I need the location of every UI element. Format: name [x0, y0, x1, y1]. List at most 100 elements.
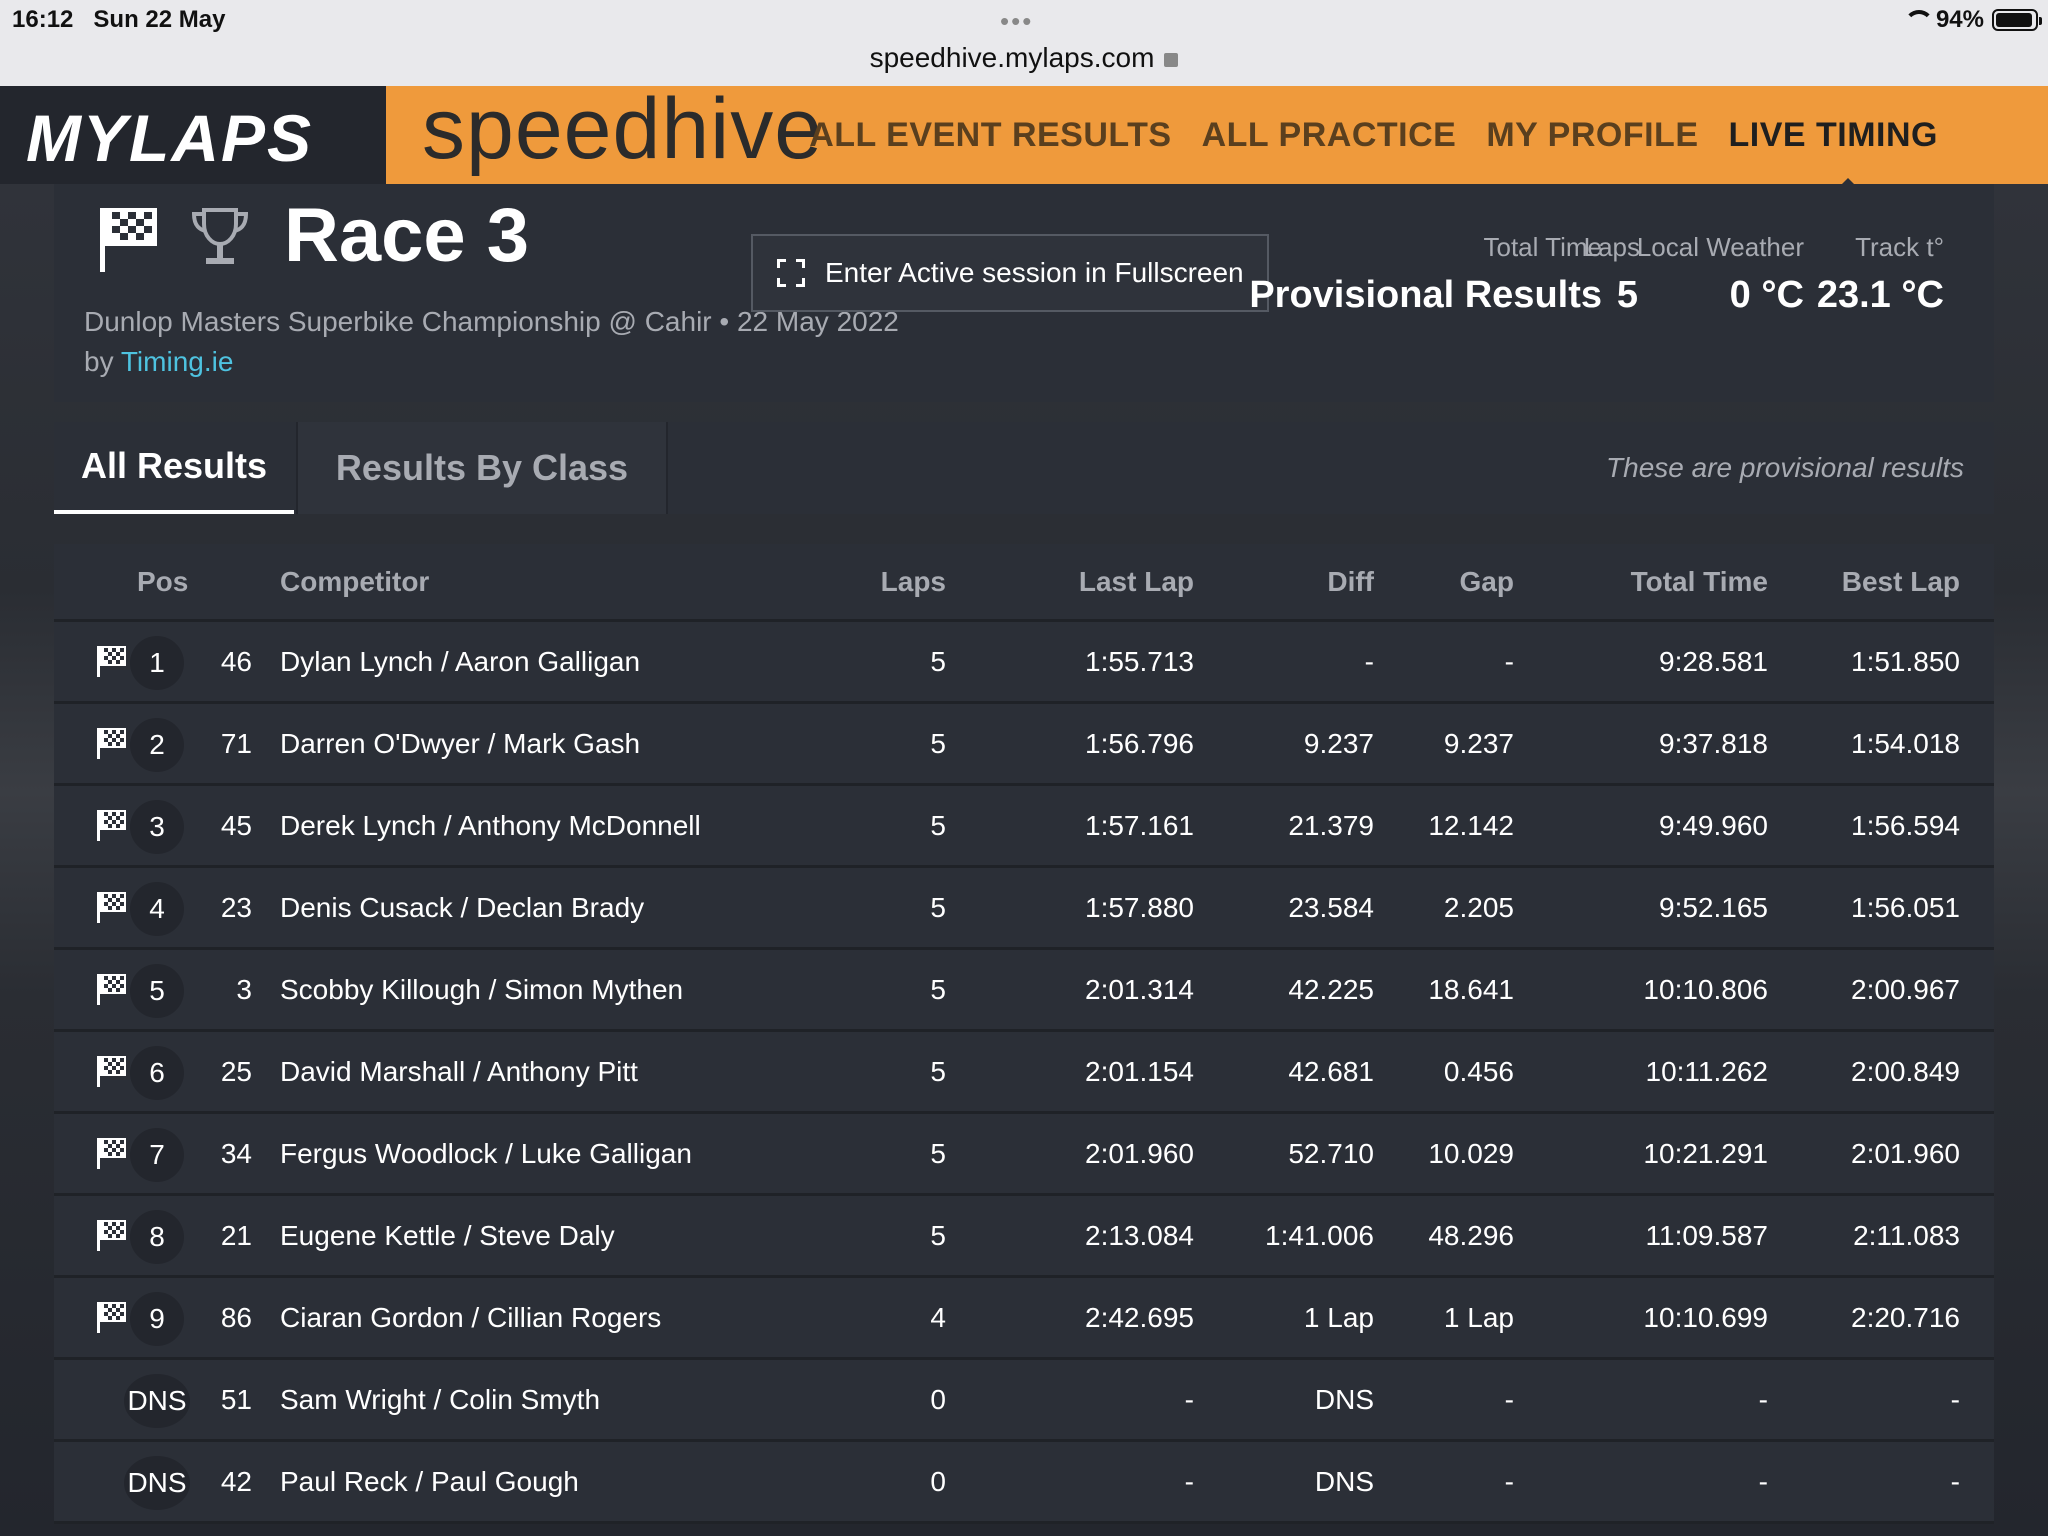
table-row[interactable]: DNS 51 Sam Wright / Colin Smyth 0 - DNS - - -	[54, 1360, 1994, 1442]
diff-cell: 23.584	[1288, 892, 1374, 923]
laps-cell: 0	[930, 1466, 946, 1497]
best-lap-cell: -	[1950, 1466, 1960, 1497]
laps-cell: 0	[930, 1384, 946, 1415]
competitor-name[interactable]: Eugene Kettle / Steve Daly	[280, 1220, 615, 1252]
last-lap-cell: 2:01.314	[1085, 974, 1194, 1005]
table-row[interactable]: 1 46 Dylan Lynch / Aaron Galligan 5 1:55.713…	[54, 622, 1994, 704]
checkered-flag-icon	[96, 644, 128, 678]
mylaps-logo[interactable]: MYLAPS	[0, 86, 386, 184]
organizer-link[interactable]: Timing.ie	[121, 346, 234, 377]
nav-my-profile[interactable]: MY PROFILE	[1486, 116, 1698, 155]
tab-all-results[interactable]: All Results	[54, 422, 294, 514]
url-bar[interactable]: speedhive.mylaps.com	[0, 42, 2048, 74]
header-best-lap[interactable]: Best Lap	[1842, 566, 1960, 598]
bike-number: 42	[220, 1466, 252, 1497]
header-last-lap[interactable]: Last Lap	[1079, 566, 1194, 598]
lock-icon	[1164, 53, 1179, 67]
table-row[interactable]: 5 3 Scobby Killough / Simon Mythen 5 2:01.31…	[54, 950, 1994, 1032]
best-lap-cell: 1:51.850	[1851, 646, 1960, 677]
gap-cell: -	[1504, 1384, 1514, 1415]
fullscreen-button[interactable]: Enter Active session in Fullscreen	[751, 234, 1269, 312]
checkered-flag-icon	[96, 808, 128, 842]
header-gap[interactable]: Gap	[1460, 566, 1514, 598]
table-row[interactable]: 4 23 Denis Cusack / Declan Brady 5 1:57.880 2…	[54, 868, 1994, 950]
competitor-name[interactable]: Fergus Woodlock / Luke Galligan	[280, 1138, 692, 1170]
position-badge: 4	[130, 882, 184, 936]
last-lap-cell: 1:57.880	[1085, 892, 1194, 923]
checkered-flag-icon	[96, 1218, 128, 1252]
competitor-name[interactable]: Darren O'Dwyer / Mark Gash	[280, 728, 640, 760]
total-time-cell: 10:11.262	[1645, 1056, 1769, 1087]
fullscreen-icon	[777, 259, 805, 287]
header-total-time[interactable]: Total Time	[1631, 566, 1768, 598]
total-time-cell: 9:37.818	[1659, 728, 1768, 759]
speedhive-brand[interactable]: speedhive	[422, 80, 823, 179]
checkered-flag-icon	[96, 1136, 128, 1170]
header-laps[interactable]: Laps	[881, 566, 946, 598]
laps-cell: 5	[930, 974, 946, 1005]
position-badge: 5	[130, 964, 184, 1018]
status-bar: 16:12 Sun 22 May ••• speedhive.mylaps.co…	[0, 0, 2048, 86]
last-lap-cell: 2:01.960	[1085, 1138, 1194, 1169]
competitor-name[interactable]: Paul Reck / Paul Gough	[280, 1466, 579, 1498]
checkered-flag-icon	[96, 972, 128, 1006]
competitor-name[interactable]: Dylan Lynch / Aaron Galligan	[280, 646, 640, 678]
session-panel: Race 3 Dunlop Masters Superbike Champion…	[54, 184, 1994, 402]
battery-percent: 94%	[1935, 6, 1984, 33]
competitor-name[interactable]: Derek Lynch / Anthony McDonnell	[280, 810, 701, 842]
gap-cell: -	[1504, 646, 1514, 677]
header-pos[interactable]: Pos	[137, 566, 188, 598]
gap-cell: 9.237	[1443, 728, 1514, 759]
checkered-flag-icon	[96, 1300, 128, 1334]
table-row[interactable]: 3 45 Derek Lynch / Anthony McDonnell 5 1:57.…	[54, 786, 1994, 868]
best-lap-cell: 2:11.083	[1853, 1220, 1960, 1251]
wifi-icon	[1902, 10, 1934, 30]
table-row[interactable]: 9 86 Ciaran Gordon / Cillian Rogers 4 2:42.6…	[54, 1278, 1994, 1360]
header-orange-bar: speedhive ALL EVENT RESULTS ALL PRACTICE…	[386, 81, 2048, 184]
bike-number: 46	[220, 646, 252, 677]
status-right: 94%	[1902, 6, 2042, 34]
race-title: Race 3	[284, 193, 530, 278]
best-lap-cell: 2:01.960	[1851, 1138, 1960, 1169]
bike-number: 3	[236, 974, 252, 1005]
position-badge: 2	[130, 718, 184, 772]
competitor-name[interactable]: Denis Cusack / Declan Brady	[280, 892, 644, 924]
bike-number: 45	[220, 810, 252, 841]
table-row[interactable]: 6 25 David Marshall / Anthony Pitt 5 2:01.15…	[54, 1032, 1994, 1114]
position-badge: DNS	[124, 1374, 190, 1428]
header-competitor[interactable]: Competitor	[280, 566, 429, 598]
diff-cell: 9.237	[1303, 728, 1374, 759]
site-header: MYLAPS speedhive ALL EVENT RESULTS ALL P…	[0, 81, 2048, 186]
tab-results-by-class[interactable]: Results By Class	[296, 422, 668, 514]
results-tabs: All Results Results By Class These are p…	[54, 422, 1994, 514]
weather-label: Local Weather	[1636, 232, 1804, 262]
gap-cell: 18.641	[1428, 974, 1514, 1005]
header-diff[interactable]: Diff	[1327, 566, 1374, 598]
best-lap-cell: 2:00.967	[1851, 974, 1960, 1005]
last-lap-cell: 1:56.796	[1085, 728, 1194, 759]
nav-all-practice[interactable]: ALL PRACTICE	[1202, 116, 1457, 155]
competitor-name[interactable]: Scobby Killough / Simon Mythen	[280, 974, 683, 1006]
table-row[interactable]: 2 71 Darren O'Dwyer / Mark Gash 5 1:56.796 9.…	[54, 704, 1994, 786]
checkered-flag-icon	[96, 726, 128, 760]
bike-number: 34	[220, 1138, 252, 1169]
competitor-name[interactable]: David Marshall / Anthony Pitt	[280, 1056, 638, 1088]
nav-live-timing[interactable]: LIVE TIMING	[1729, 116, 1939, 155]
table-row[interactable]: DNS 42 Paul Reck / Paul Gough 0 - DNS - - -	[54, 1442, 1994, 1524]
gap-cell: 1 Lap	[1443, 1302, 1514, 1333]
competitor-name[interactable]: Sam Wright / Colin Smyth	[280, 1384, 600, 1416]
laps-cell: 5	[930, 1056, 946, 1087]
last-lap-cell: 2:42.695	[1085, 1302, 1194, 1333]
nav-all-event-results[interactable]: ALL EVENT RESULTS	[809, 116, 1171, 155]
more-dots-icon[interactable]: •••	[1000, 6, 1033, 37]
total-time-cell: 10:21.291	[1643, 1138, 1768, 1169]
last-lap-cell: -	[1184, 1384, 1194, 1415]
position-badge: 6	[130, 1046, 184, 1100]
position-badge: 8	[130, 1210, 184, 1264]
competitor-name[interactable]: Ciaran Gordon / Cillian Rogers	[280, 1302, 661, 1334]
table-row[interactable]: 8 21 Eugene Kettle / Steve Daly 5 2:13.084 1:…	[54, 1196, 1994, 1278]
table-row[interactable]: 7 34 Fergus Woodlock / Luke Galligan 5 2:01.…	[54, 1114, 1994, 1196]
track-temp-label: Track t°	[1855, 232, 1944, 262]
total-time-value: Provisional Results	[1249, 274, 1602, 316]
diff-cell: 1 Lap	[1303, 1302, 1374, 1333]
